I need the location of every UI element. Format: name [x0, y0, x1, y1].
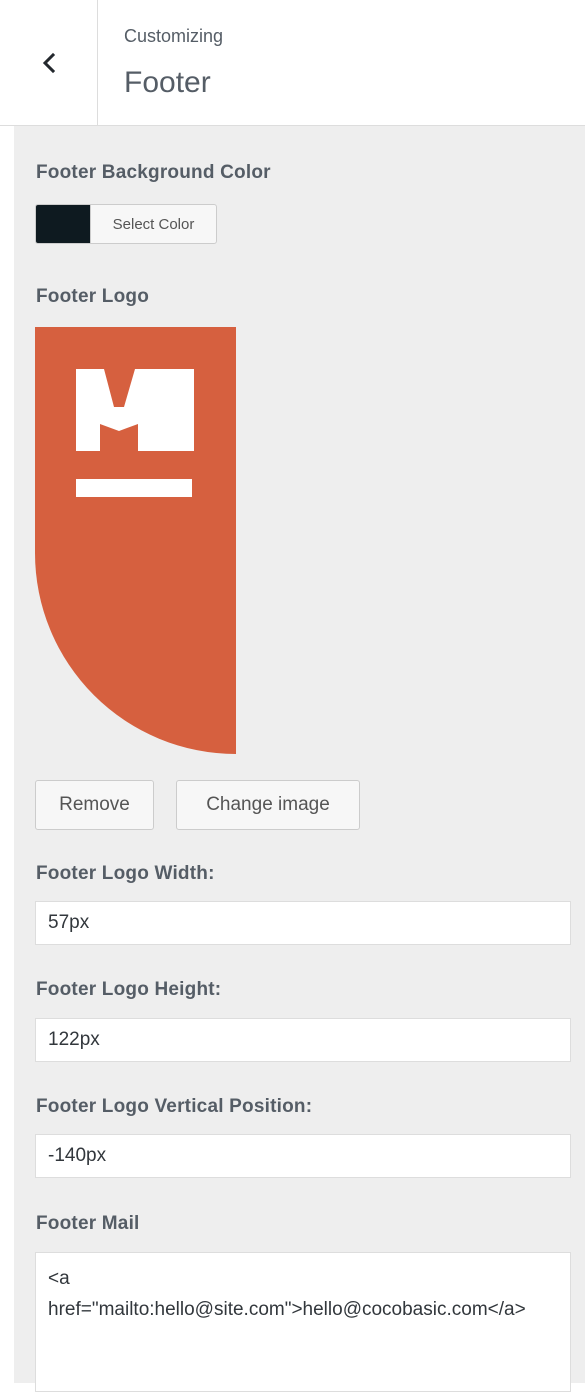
customizer-header: Customizing Footer — [0, 0, 585, 126]
change-image-button[interactable]: Change image — [176, 780, 360, 830]
page-title: Footer — [124, 66, 211, 99]
logo-vpos-label: Footer Logo Vertical Position: — [36, 1096, 313, 1117]
footer-logo-label: Footer Logo — [36, 286, 150, 307]
footer-mail-textarea[interactable]: <a href="mailto:hello@site.com">hello@co… — [35, 1252, 571, 1392]
controls-panel: Footer Background Color Select Color Foo… — [14, 126, 585, 1392]
select-color-button[interactable]: Select Color — [35, 204, 217, 244]
back-button[interactable] — [0, 0, 98, 125]
bg-color-label: Footer Background Color — [36, 162, 271, 183]
footer-mail-label: Footer Mail — [36, 1213, 140, 1234]
color-swatch — [36, 205, 90, 243]
logo-width-input[interactable]: 57px — [35, 901, 571, 945]
footer-logo-image — [35, 327, 236, 754]
logo-height-label: Footer Logo Height: — [36, 979, 222, 1000]
logo-vpos-input[interactable]: -140px — [35, 1134, 571, 1178]
header-subtitle: Customizing — [124, 26, 224, 46]
chevron-left-icon — [42, 52, 55, 73]
logo-preview-image[interactable] — [35, 327, 236, 754]
select-color-label: Select Color — [90, 205, 216, 243]
logo-width-label: Footer Logo Width: — [36, 863, 215, 884]
logo-height-input[interactable]: 122px — [35, 1018, 571, 1062]
remove-button[interactable]: Remove — [35, 780, 154, 830]
